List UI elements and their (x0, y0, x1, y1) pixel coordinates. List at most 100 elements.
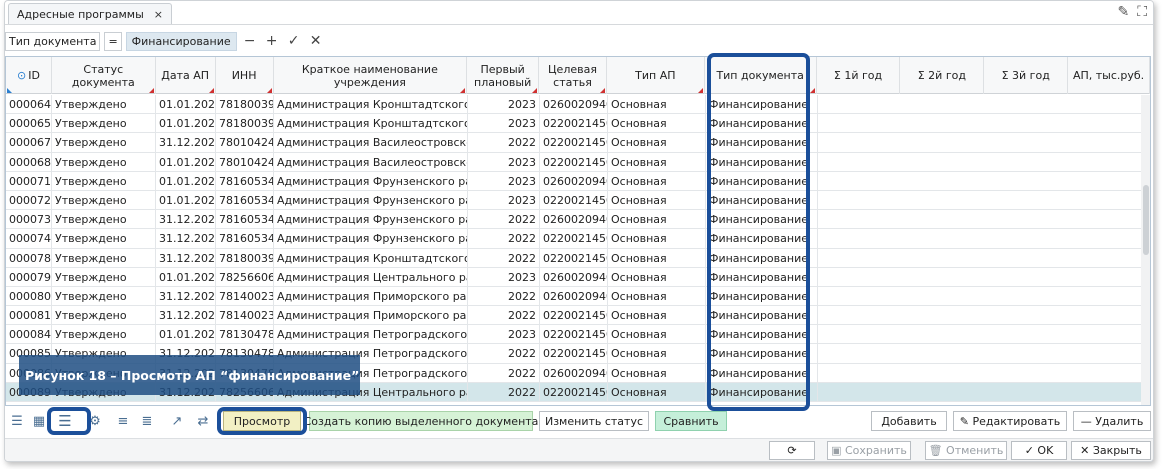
plus-icon[interactable]: + (263, 33, 281, 49)
column-header[interactable]: АП, тыс.руб. (1068, 57, 1150, 94)
column-header[interactable]: Краткое наименование учреждения (274, 57, 468, 94)
close-icon[interactable]: × (154, 8, 163, 21)
edit-button[interactable]: ✎ Редактировать (953, 411, 1067, 431)
column-label: Σ 2й год (917, 69, 966, 82)
table-row[interactable]: 000073Утверждено31.12.2022781605344Админ… (6, 210, 1150, 230)
table-cell: 2022 (468, 306, 540, 326)
column-header[interactable]: Σ 2й год (900, 57, 985, 94)
list-view-icon[interactable]: ☰ (7, 411, 27, 431)
filter-icon[interactable]: ☰ (55, 411, 75, 431)
ok-button[interactable]: ✓ OK (1011, 441, 1067, 460)
sort-icon[interactable]: ≣ (137, 411, 157, 431)
table-row[interactable]: 000078Утверждено31.12.2022781800390Админ… (6, 248, 1150, 268)
cancel-button[interactable]: 🗑 Отменить (925, 441, 1007, 460)
filter-value[interactable]: Финансирование (125, 31, 237, 51)
column-header[interactable]: Статус документа (52, 57, 156, 94)
table-cell: Основная (608, 114, 706, 134)
table-row[interactable]: 000084Утверждено01.01.2023781304783Админ… (6, 325, 1150, 345)
table-cell: Основная (608, 133, 706, 153)
required-marker-icon (599, 88, 605, 93)
settings-icon[interactable]: ⚙ (85, 411, 105, 431)
column-header[interactable]: Σ 3й год (984, 57, 1069, 94)
export-icon[interactable]: ↗ (167, 411, 187, 431)
table-row[interactable]: 000065Утверждено01.01.2023781800390Админ… (6, 114, 1150, 134)
empty-cell (818, 114, 1150, 132)
pencil-icon[interactable]: ✎ (1117, 4, 1129, 20)
table-view-icon[interactable]: ▦ (29, 411, 49, 431)
clear-icon[interactable]: ✕ (307, 33, 325, 49)
table-cell: 2022 (468, 363, 540, 383)
table-cell: 31.12.2022 (156, 210, 216, 230)
column-header[interactable]: Σ 1й год (817, 57, 901, 94)
sort-icon[interactable]: ⊙ (17, 69, 26, 82)
delete-button[interactable]: — Удалить (1073, 411, 1151, 431)
column-label: Σ 3й год (1001, 69, 1050, 82)
table-cell: 2023 (468, 267, 540, 287)
change-status-button[interactable]: Изменить статус (539, 411, 649, 431)
column-label: ID (28, 69, 40, 82)
table-cell: Основная (608, 306, 706, 326)
fullscreen-icon[interactable]: ⛶ (1137, 4, 1147, 20)
scroll-thumb[interactable] (1143, 185, 1149, 255)
copy-document-button[interactable]: Создать копию выделенного документа (304, 411, 538, 431)
filter-field[interactable]: Тип документа (5, 31, 101, 51)
close-button[interactable]: ✕ Закрыть (1071, 441, 1151, 460)
empty-cell (818, 210, 1150, 228)
empty-cell (818, 95, 1150, 113)
table-cell: Финансирование (706, 344, 818, 364)
save-icon: ▣ (831, 444, 845, 457)
table-row[interactable]: 000064Утверждено01.01.2023781800390Админ… (6, 95, 1150, 115)
swap-icon[interactable]: ⇄ (193, 411, 213, 431)
table-cell: Основная (608, 363, 706, 383)
empty-cell (818, 133, 1150, 151)
column-label: Тип АП (635, 69, 676, 82)
refresh-button[interactable]: ⟳ (769, 441, 815, 460)
add-button[interactable]: Добавить (871, 411, 947, 431)
column-header[interactable]: Дата АП (156, 57, 216, 94)
column-header[interactable]: Тип АП (607, 57, 705, 94)
table-row[interactable]: 000068Утверждено01.01.2023780104244Админ… (6, 152, 1150, 172)
column-label: Краткое наименование учреждения (301, 62, 438, 89)
required-marker-icon (266, 88, 272, 93)
vertical-scrollbar[interactable] (1141, 95, 1150, 405)
table-cell: 0260020940 (540, 171, 608, 191)
check-icon[interactable]: ✓ (285, 33, 303, 49)
table-cell: 780104244 (216, 133, 274, 153)
table-cell: 000074 (6, 229, 52, 249)
numbered-list-icon[interactable]: ≡ (113, 411, 133, 431)
table-cell: 000073 (6, 210, 52, 230)
table-row[interactable]: 000074Утверждено31.12.2022781605344Админ… (6, 229, 1150, 249)
column-header[interactable]: ИНН (216, 57, 274, 94)
table-cell: Основная (608, 210, 706, 230)
table-cell: 781605344 (216, 171, 274, 191)
table-cell: 0220021450 (540, 114, 608, 134)
table-cell: Администрация Приморского района (274, 306, 468, 326)
column-header[interactable]: Тип документа (705, 57, 817, 94)
table-row[interactable]: 000081Утверждено31.12.2022781400231Админ… (6, 306, 1150, 326)
table-row[interactable]: 000080Утверждено31.12.2022781400231Админ… (6, 286, 1150, 307)
empty-cell (818, 364, 1150, 382)
minus-icon[interactable]: − (241, 33, 259, 49)
table-cell: Финансирование (706, 171, 818, 191)
table-cell: 0220021450 (540, 382, 608, 402)
column-header[interactable]: Первый плановый (467, 57, 540, 94)
close-icon: ✕ (1080, 444, 1093, 457)
view-button[interactable]: Просмотр (223, 411, 301, 431)
table-row[interactable]: 000071Утверждено01.01.2023781605344Админ… (6, 171, 1150, 191)
table-row[interactable]: 000067Утверждено31.12.2022780104244Админ… (6, 133, 1150, 153)
table-cell: Финансирование (706, 267, 818, 287)
table-cell: Основная (608, 286, 706, 306)
table-cell: Утверждено (52, 286, 156, 306)
tab-address-programs[interactable]: Адресные программы × (8, 3, 172, 24)
table-cell: 781605344 (216, 210, 274, 230)
column-header[interactable]: ⊙ ID (6, 57, 52, 94)
save-button[interactable]: ▣ Сохранить (827, 441, 911, 460)
tab-tools: ✎ ⛶ (1117, 4, 1147, 20)
column-header[interactable]: Целевая статья (539, 57, 607, 94)
table-row[interactable]: 000079Утверждено01.01.2023782566062Админ… (6, 267, 1150, 287)
filter-operator[interactable]: = (104, 31, 122, 51)
table-cell: 01.01.2023 (156, 114, 216, 134)
compare-button[interactable]: Сравнить (655, 411, 727, 431)
table-row[interactable]: 000072Утверждено01.01.2023781605344Админ… (6, 190, 1150, 211)
table-cell: Администрация Центрального район (274, 267, 468, 287)
